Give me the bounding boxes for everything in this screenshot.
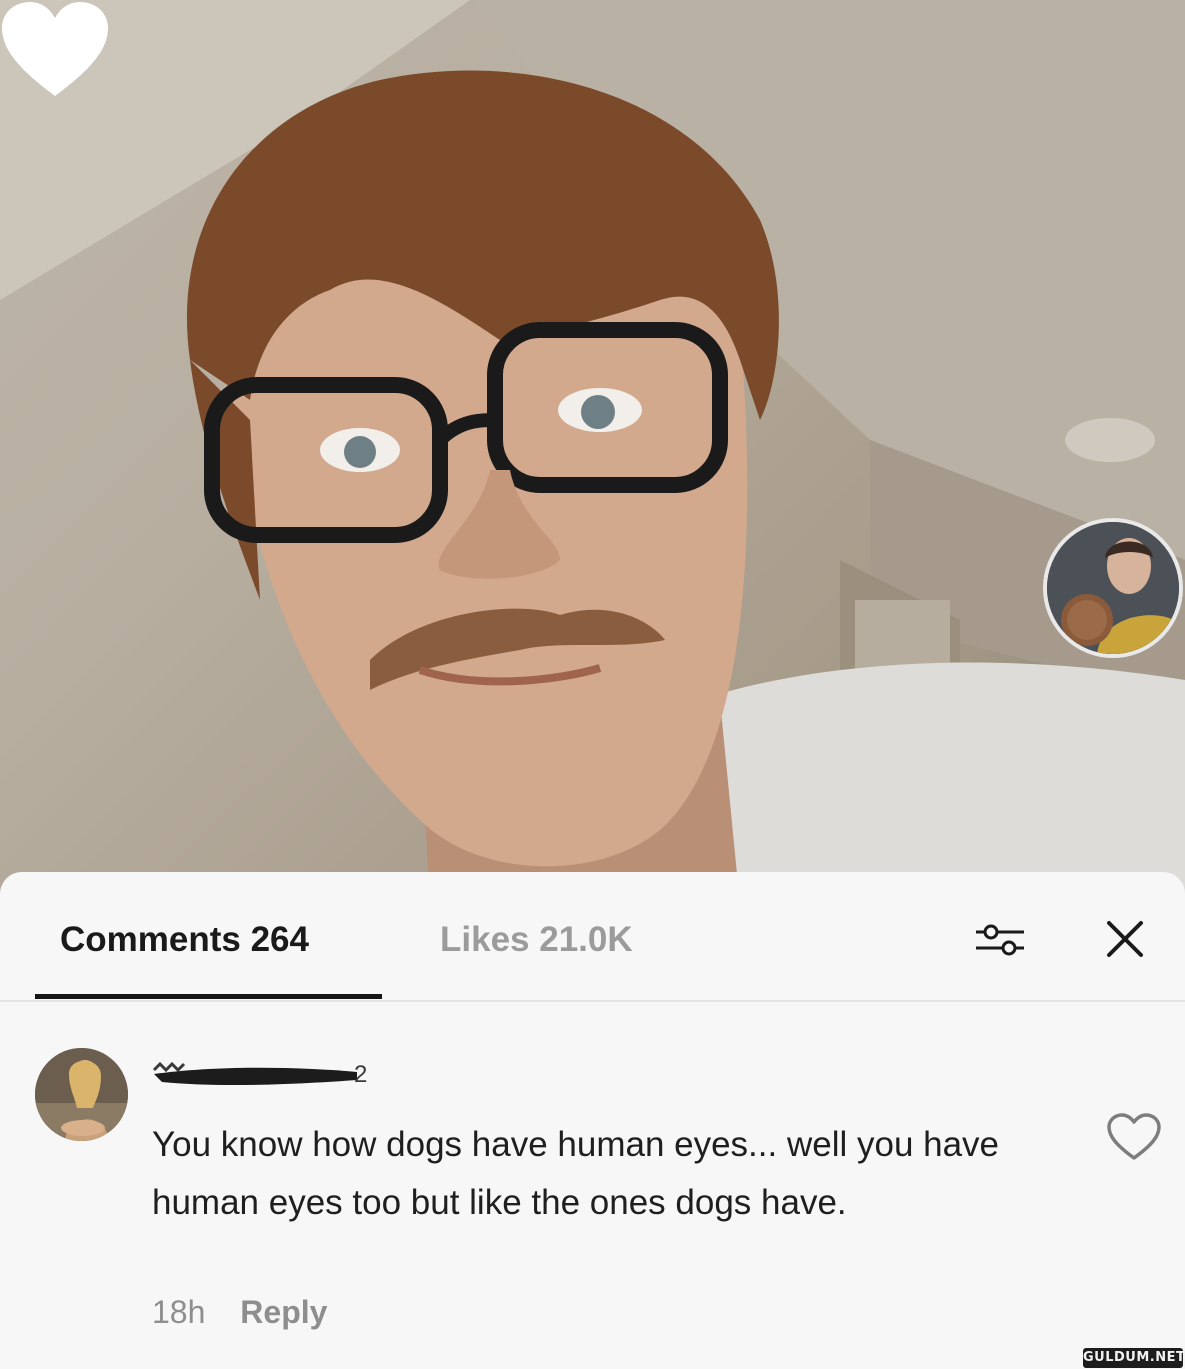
creator-avatar[interactable] [1043,518,1183,658]
comment-meta: 18h Reply [152,1294,327,1331]
tab-comments[interactable]: Comments 264 [60,920,309,960]
video-frame [0,0,1185,905]
comments-sheet: Comments 264 Likes 21.0K 2 You know how … [0,872,1185,1369]
redacted-username: 2 [152,1061,367,1088]
active-tab-indicator [35,994,382,999]
comment-text: You know how dogs have human eyes... wel… [152,1125,1000,1222]
comment-timestamp: 18h [152,1294,206,1330]
svg-text:2: 2 [354,1061,367,1088]
tab-bar: Comments 264 Likes 21.0K [0,872,1185,1002]
comment-item: 2 You know how dogs have human eyes... w… [0,1042,1185,1362]
watermark: GULDUM.NET [1083,1348,1185,1368]
avatar[interactable] [35,1048,128,1141]
heart-icon[interactable] [0,0,110,100]
tab-likes[interactable]: Likes 21.0K [440,920,633,960]
reply-button[interactable]: Reply [240,1294,327,1330]
video-player[interactable] [0,0,1185,905]
close-icon[interactable] [1104,918,1146,960]
heart-outline-icon[interactable] [1106,1112,1162,1162]
sliders-icon[interactable] [974,920,1026,960]
